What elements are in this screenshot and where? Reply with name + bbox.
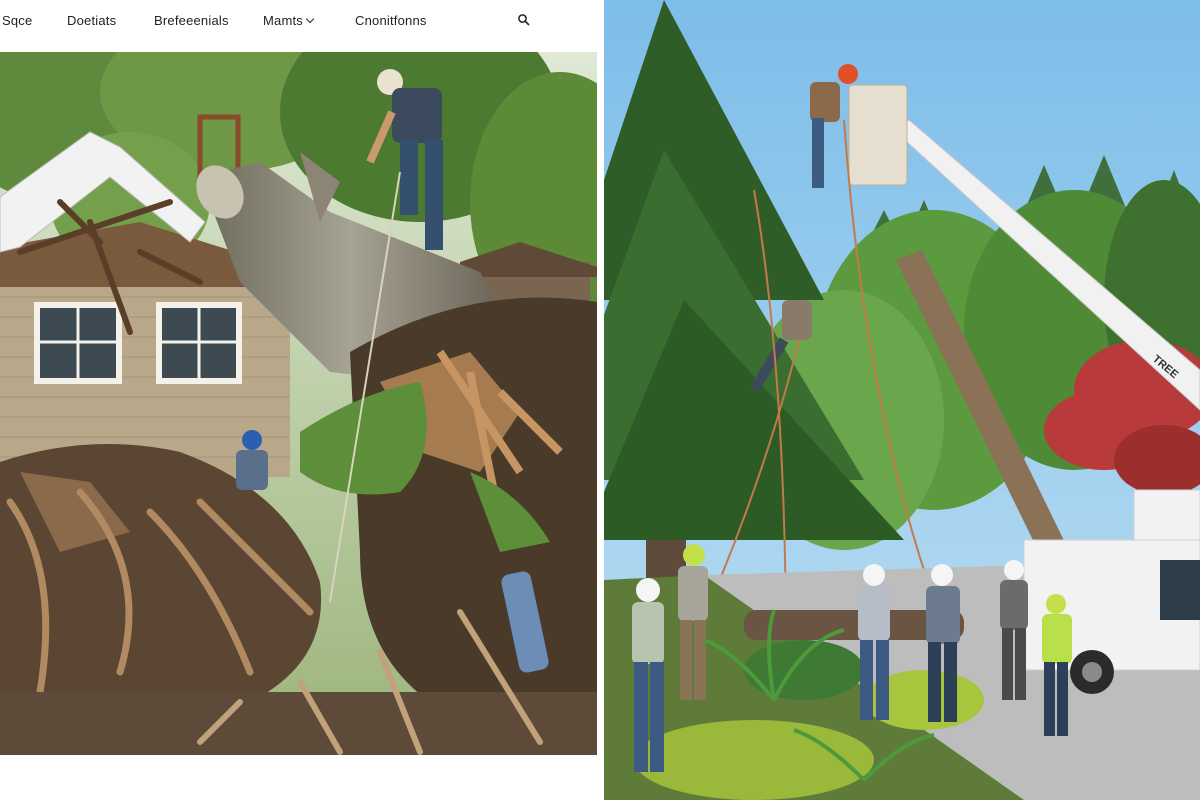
fallen-tree-illustration [0,52,597,755]
nav-item-3-label: Mamts [263,13,303,28]
left-panel: Sqce Doetiats Brefeeenials Mamts Cnonitf… [0,0,600,800]
top-nav: Sqce Doetiats Brefeeenials Mamts Cnonitf… [0,0,600,42]
tree-crew-photo: TREE [604,0,1200,800]
tree-crew-illustration: TREE [604,0,1200,800]
search-icon[interactable] [517,13,531,27]
fallen-tree-photo [0,52,597,755]
bucket [848,84,908,186]
nav-item-1[interactable]: Doetiats [67,13,116,28]
site-logo[interactable]: Sqce [2,13,32,28]
nav-item-3-dropdown[interactable]: Mamts [263,13,315,28]
chevron-down-icon [305,14,315,24]
bottom-white-band [0,755,600,800]
nav-item-2[interactable]: Brefeeenials [154,13,229,28]
nav-item-4[interactable]: Cnonitfonns [355,13,427,28]
crew-member-6 [1042,594,1072,736]
crew-member-1 [632,578,664,772]
